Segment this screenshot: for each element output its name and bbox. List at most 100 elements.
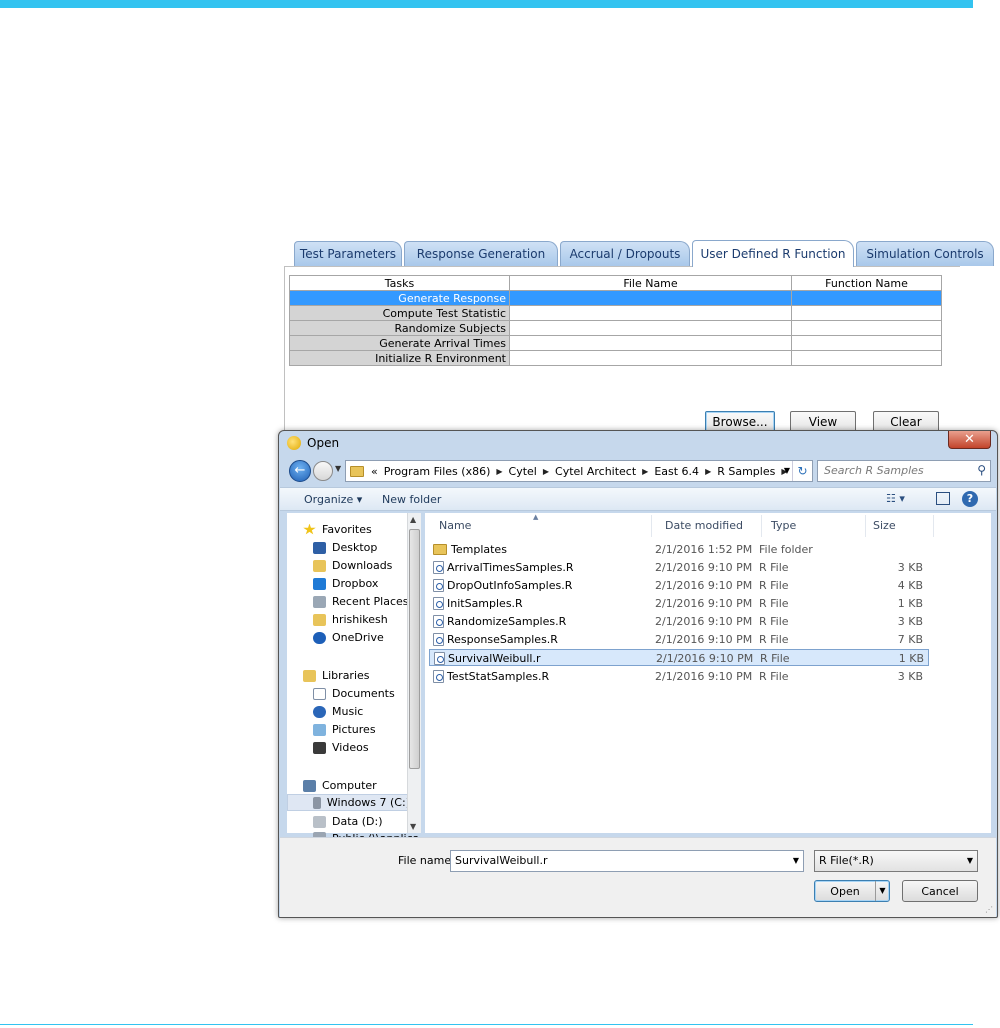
nav-music[interactable]: Music <box>313 703 363 720</box>
address-dropdown-icon[interactable]: ▼ <box>784 466 790 475</box>
file-name-cell[interactable] <box>509 335 792 351</box>
nav-windows-7-c[interactable]: Windows 7 (C:) <box>287 794 411 811</box>
column-divider[interactable] <box>933 515 934 537</box>
function-name-cell[interactable] <box>791 320 942 336</box>
folder-icon <box>433 544 447 555</box>
file-row-templates[interactable]: Templates 2/1/2016 1:52 PM File folder <box>429 541 929 558</box>
forward-button[interactable] <box>313 461 333 481</box>
preview-pane-icon[interactable] <box>936 492 950 505</box>
search-icon[interactable]: ⚲ <box>977 463 986 477</box>
tab-accrual-dropouts[interactable]: Accrual / Dropouts <box>560 241 690 266</box>
column-header-size[interactable]: Size <box>873 519 896 532</box>
breadcrumb-east[interactable]: East 6.4 <box>654 465 699 478</box>
column-header-name[interactable]: Name <box>439 519 471 532</box>
nav-label: Computer <box>322 779 377 792</box>
breadcrumb-overflow[interactable]: « <box>371 465 378 478</box>
recent-locations-dropdown-icon[interactable]: ▼ <box>335 464 341 473</box>
column-header-date-modified[interactable]: Date modified <box>665 519 743 532</box>
r-file-icon <box>433 579 444 592</box>
function-name-cell[interactable] <box>791 335 942 351</box>
file-name-cell[interactable] <box>509 290 792 306</box>
open-button[interactable]: Open ▼ <box>814 880 890 902</box>
search-input[interactable]: Search R Samples ⚲ <box>817 460 991 482</box>
file-name-input[interactable]: SurvivalWeibull.r ▼ <box>450 850 804 872</box>
view-options-icon[interactable]: ☷ ▾ <box>886 492 905 505</box>
cancel-button[interactable]: Cancel <box>902 880 978 902</box>
nav-label: Videos <box>332 741 369 754</box>
tab-response-generation[interactable]: Response Generation <box>404 241 558 266</box>
function-name-cell[interactable] <box>791 350 942 366</box>
scroll-up-icon[interactable]: ▲ <box>410 515 416 524</box>
task-row-randomize-subjects[interactable]: Randomize Subjects <box>289 320 942 336</box>
task-label[interactable]: Generate Arrival Times <box>289 335 510 351</box>
file-row-arrivaltimessamples[interactable]: ArrivalTimesSamples.R 2/1/2016 9:10 PM R… <box>429 559 929 576</box>
file-name-dropdown-icon[interactable]: ▼ <box>793 856 799 865</box>
close-button[interactable]: ✕ <box>948 431 991 449</box>
organize-menu[interactable]: Organize ▾ <box>304 493 362 506</box>
open-options-dropdown-icon[interactable]: ▼ <box>875 881 889 901</box>
breadcrumb-chevron-icon[interactable]: ▶ <box>496 467 502 476</box>
nav-hrishikesh[interactable]: hrishikesh <box>313 611 388 628</box>
breadcrumb-program-files[interactable]: Program Files (x86) <box>384 465 491 478</box>
column-divider[interactable] <box>865 515 866 537</box>
nav-desktop[interactable]: Desktop <box>313 539 377 556</box>
task-row-generate-arrival-times[interactable]: Generate Arrival Times <box>289 335 942 351</box>
nav-onedrive[interactable]: OneDrive <box>313 629 384 646</box>
nav-recent-places[interactable]: Recent Places <box>313 593 409 610</box>
address-bar[interactable]: « Program Files (x86) ▶ Cytel ▶ Cytel Ar… <box>345 460 813 482</box>
file-name-cell[interactable] <box>509 305 792 321</box>
file-name-cell[interactable] <box>509 320 792 336</box>
nav-data-d[interactable]: Data (D:) <box>313 813 383 830</box>
breadcrumb-cytel-architect[interactable]: Cytel Architect <box>555 465 636 478</box>
file-type-filter-select[interactable]: R File(*.R) ▼ <box>814 850 978 872</box>
scrollbar-thumb[interactable] <box>409 529 420 769</box>
scroll-down-icon[interactable]: ▼ <box>410 822 416 831</box>
task-label[interactable]: Randomize Subjects <box>289 320 510 336</box>
navigation-pane-scrollbar[interactable]: ▲ ▼ <box>407 513 421 833</box>
task-row-initialize-r-environment[interactable]: Initialize R Environment <box>289 350 942 366</box>
breadcrumb-cytel[interactable]: Cytel <box>509 465 537 478</box>
nav-computer[interactable]: Computer <box>303 777 377 794</box>
chevron-down-icon[interactable]: ▼ <box>967 856 973 865</box>
resize-grip-icon[interactable]: ⋰ <box>985 905 993 914</box>
file-row-dropoutinfosamples[interactable]: DropOutInfoSamples.R 2/1/2016 9:10 PM R … <box>429 577 929 594</box>
column-divider[interactable] <box>651 515 652 537</box>
tab-test-parameters[interactable]: Test Parameters <box>294 241 402 266</box>
breadcrumb-chevron-icon[interactable]: ▶ <box>543 467 549 476</box>
tab-user-defined-r-function[interactable]: User Defined R Function <box>692 240 854 267</box>
refresh-icon[interactable]: ↻ <box>792 461 812 481</box>
dialog-footer: File name: SurvivalWeibull.r ▼ R File(*.… <box>280 837 996 917</box>
nav-downloads[interactable]: Downloads <box>313 557 392 574</box>
column-header-type[interactable]: Type <box>771 519 796 532</box>
task-label[interactable]: Initialize R Environment <box>289 350 510 366</box>
task-row-generate-response[interactable]: Generate Response <box>289 290 942 306</box>
nav-videos[interactable]: Videos <box>313 739 369 756</box>
nav-dropbox[interactable]: Dropbox <box>313 575 378 592</box>
task-row-compute-test-statistic[interactable]: Compute Test Statistic <box>289 305 942 321</box>
file-name-cell[interactable] <box>509 350 792 366</box>
dialog-title-bar[interactable]: Open ✕ <box>279 431 997 455</box>
breadcrumb-chevron-icon[interactable]: ▶ <box>642 467 648 476</box>
file-row-survivalweibull[interactable]: SurvivalWeibull.r 2/1/2016 9:10 PM R Fil… <box>429 649 929 666</box>
breadcrumb-r-samples[interactable]: R Samples <box>717 465 775 478</box>
breadcrumb-chevron-icon[interactable]: ▶ <box>705 467 711 476</box>
function-name-cell[interactable] <box>791 305 942 321</box>
task-label[interactable]: Compute Test Statistic <box>289 305 510 321</box>
file-row-initsamples[interactable]: InitSamples.R 2/1/2016 9:10 PM R File 1 … <box>429 595 929 612</box>
file-row-responsesamples[interactable]: ResponseSamples.R 2/1/2016 9:10 PM R Fil… <box>429 631 929 648</box>
back-button[interactable]: ← <box>289 460 311 482</box>
nav-label: Desktop <box>332 541 378 554</box>
column-divider[interactable] <box>761 515 762 537</box>
help-icon[interactable]: ? <box>962 491 978 507</box>
file-name-value: SurvivalWeibull.r <box>455 854 548 867</box>
file-row-teststatsamples[interactable]: TestStatSamples.R 2/1/2016 9:10 PM R Fil… <box>429 668 929 685</box>
file-row-randomizesamples[interactable]: RandomizeSamples.R 2/1/2016 9:10 PM R Fi… <box>429 613 929 630</box>
tab-simulation-controls[interactable]: Simulation Controls <box>856 241 994 266</box>
nav-pictures[interactable]: Pictures <box>313 721 376 738</box>
nav-libraries[interactable]: Libraries <box>303 667 370 684</box>
nav-favorites[interactable]: Favorites <box>303 521 372 538</box>
nav-documents[interactable]: Documents <box>313 685 395 702</box>
new-folder-button[interactable]: New folder <box>382 493 441 506</box>
task-label[interactable]: Generate Response <box>289 290 510 306</box>
function-name-cell[interactable] <box>791 290 942 306</box>
